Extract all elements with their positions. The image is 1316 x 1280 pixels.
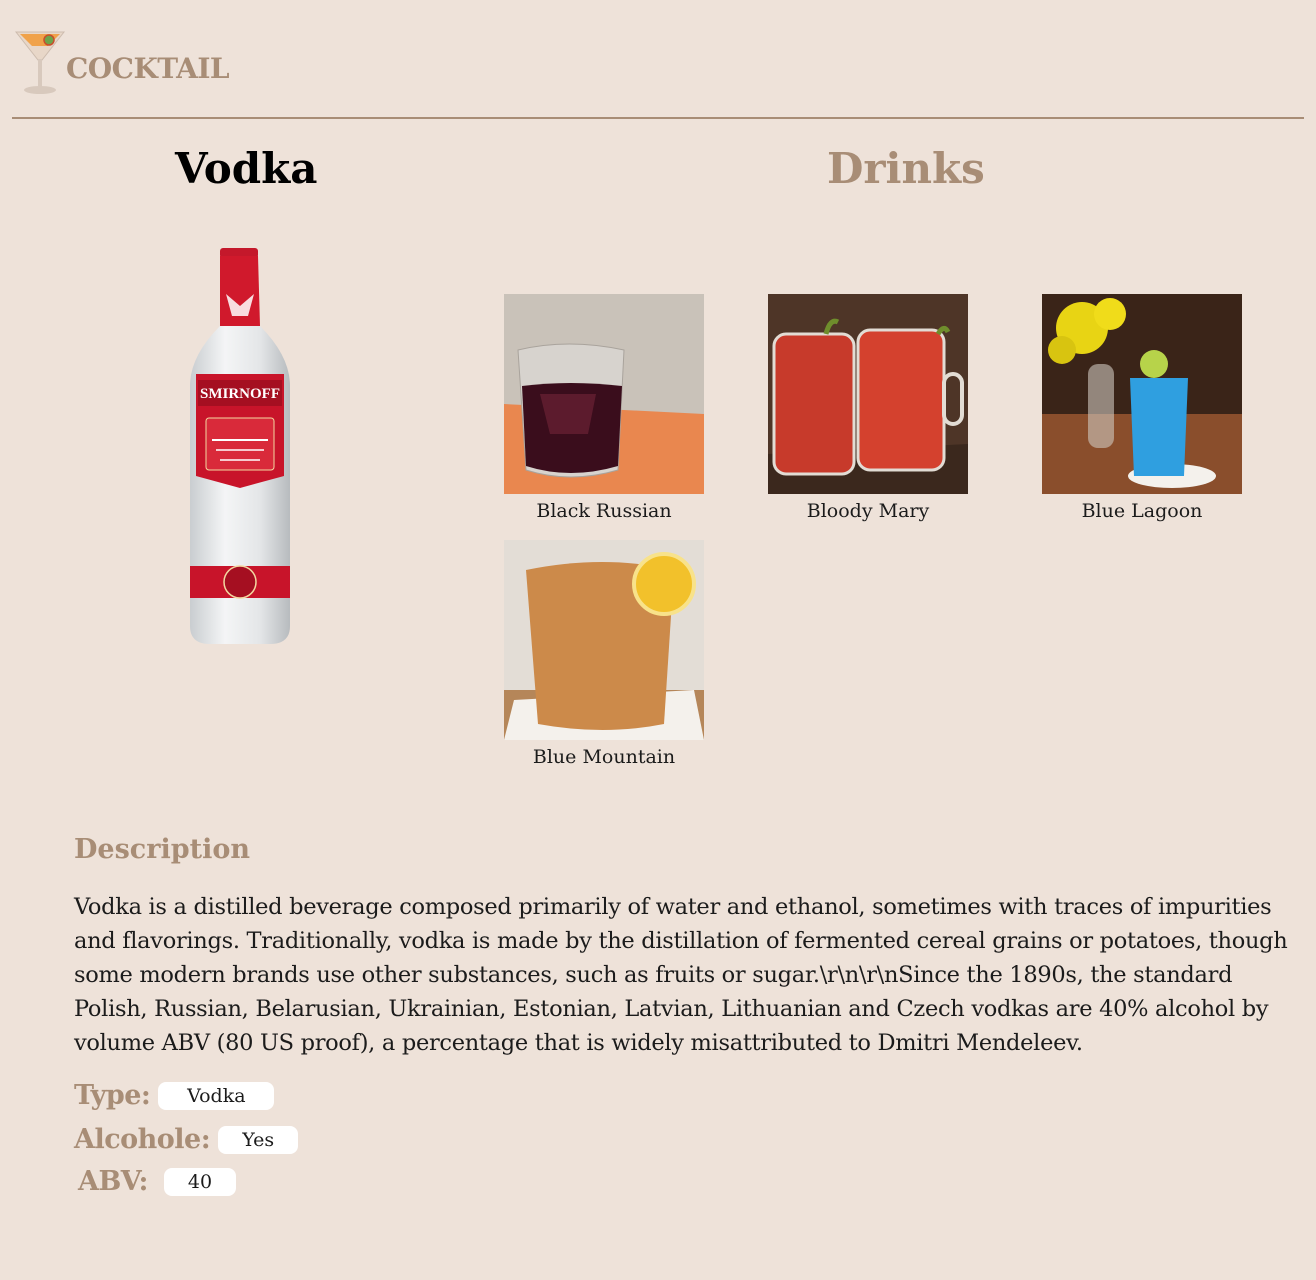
alcohol-value: Yes — [218, 1125, 299, 1154]
drink-name[interactable]: Blue Mountain — [504, 746, 704, 768]
drinks-heading: Drinks — [827, 144, 985, 193]
black-russian-photo[interactable] — [504, 294, 704, 494]
vodka-bottle-image: SMIRNOFF — [190, 248, 290, 644]
brand-name[interactable]: COCKTAIL — [66, 52, 230, 85]
drink-name[interactable]: Blue Lagoon — [1042, 500, 1242, 522]
martini-glass-icon[interactable] — [14, 28, 66, 96]
drink-card-blue-lagoon[interactable]: Blue Lagoon — [1042, 294, 1242, 522]
drink-name[interactable]: Bloody Mary — [768, 500, 968, 522]
property-alcohol: Alcohole: Yes — [74, 1124, 299, 1155]
type-value: Vodka — [158, 1081, 275, 1110]
header: COCKTAIL — [12, 22, 1304, 119]
blue-mountain-photo[interactable] — [504, 540, 704, 740]
description-text: Vodka is a distilled beverage composed p… — [74, 894, 1288, 1056]
ingredient-title: Vodka — [175, 144, 318, 193]
drink-card-black-russian[interactable]: Black Russian — [504, 294, 704, 522]
svg-text:SMIRNOFF: SMIRNOFF — [200, 386, 280, 402]
drink-card-bloody-mary[interactable]: Bloody Mary — [768, 294, 968, 522]
description-heading: Description — [74, 834, 250, 865]
alcohol-label: Alcohole: — [74, 1124, 211, 1155]
drink-card-blue-mountain[interactable]: Blue Mountain — [504, 540, 704, 768]
bloody-mary-photo[interactable] — [768, 294, 968, 494]
blue-lagoon-photo[interactable] — [1042, 294, 1242, 494]
abv-value: 40 — [163, 1167, 236, 1196]
drink-name[interactable]: Black Russian — [504, 500, 704, 522]
property-abv: ABV: 40 — [78, 1166, 236, 1197]
type-label: Type: — [74, 1080, 151, 1111]
property-type: Type: Vodka — [74, 1080, 275, 1111]
abv-label: ABV: — [78, 1166, 148, 1197]
